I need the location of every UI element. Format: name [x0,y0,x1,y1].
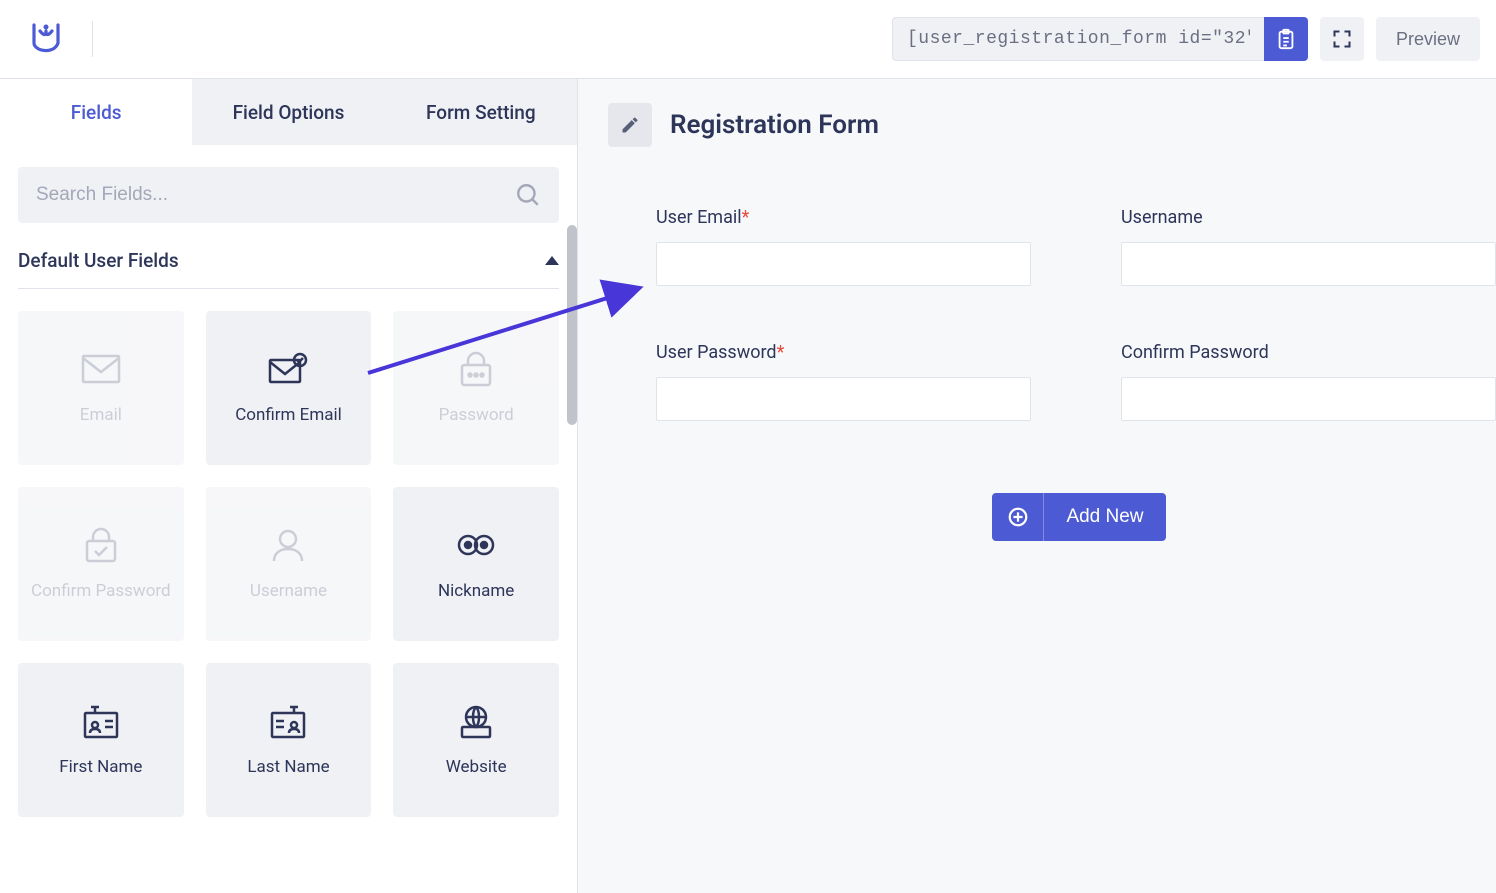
sidebar-tabs: Fields Field Options Form Setting [0,79,577,145]
plus-circle-icon [1007,506,1029,528]
tab-fields[interactable]: Fields [0,79,192,145]
field-card-nickname[interactable]: Nickname [393,487,559,641]
plus-icon-wrap [992,493,1044,541]
password-icon [456,351,496,387]
field-grid: Email Confirm Email [18,311,559,817]
id-card-alt-icon [268,703,308,739]
field-card-confirm-password[interactable]: Confirm Password [18,487,184,641]
field-card-email[interactable]: Email [18,311,184,465]
form-row: User Password* Confirm Password [656,342,1496,421]
field-card-website[interactable]: Website [393,663,559,817]
field-label: Password [439,405,514,425]
sidebar-body: Default User Fields Email [0,145,577,839]
field-label: Username [250,581,327,601]
user-password-input[interactable] [656,377,1031,421]
brand-logo-icon [28,21,64,57]
edit-title-button[interactable] [608,103,652,147]
id-card-icon [81,703,121,739]
shortcode-group [892,17,1308,61]
field-card-username[interactable]: Username [206,487,372,641]
field-label: Confirm Email [235,405,342,425]
add-new-button[interactable]: Add New [992,493,1165,541]
form-col: Confirm Password [1121,342,1496,421]
field-card-password[interactable]: Password [393,311,559,465]
form-col: User Email* [656,207,1031,286]
field-card-first-name[interactable]: First Name [18,663,184,817]
field-label: Nickname [438,581,514,601]
form-col: User Password* [656,342,1031,421]
pencil-icon [620,115,640,135]
confirm-password-icon [81,527,121,563]
main-layout: Fields Field Options Form Setting Defaul… [0,79,1496,893]
field-label: Confirm Password [31,581,171,601]
header-right: Preview [892,17,1480,61]
copy-shortcode-button[interactable] [1264,17,1308,61]
field-label: First Name [59,757,142,777]
field-label: Last Name [247,757,329,777]
header-divider [92,21,93,57]
section-header[interactable]: Default User Fields [18,249,559,289]
chevron-up-icon [545,256,559,265]
search-icon [515,182,541,208]
form-title-row: Registration Form [608,103,1496,147]
form-row: User Email* Username [656,207,1496,286]
user-icon [268,527,308,563]
shortcode-input[interactable] [892,17,1264,61]
form-fields-area: User Email* Username User Password* Conf… [608,207,1496,541]
header-left [28,21,93,57]
username-input[interactable] [1121,242,1496,286]
tab-form-setting[interactable]: Form Setting [385,79,577,145]
field-label-username: Username [1121,207,1496,228]
confirm-password-input[interactable] [1121,377,1496,421]
field-label: Website [446,757,507,777]
field-card-last-name[interactable]: Last Name [206,663,372,817]
scrollbar-thumb[interactable] [567,225,577,425]
sidebar: Fields Field Options Form Setting Defaul… [0,79,578,893]
field-label: Email [80,405,122,425]
email-icon [81,351,121,387]
search-box [18,167,559,223]
website-icon [456,703,496,739]
field-label-user-password: User Password* [656,342,1031,363]
header-bar: Preview [0,0,1496,79]
add-new-label: Add New [1044,506,1165,528]
confirm-email-icon [268,351,308,387]
search-fields-input[interactable] [36,184,515,206]
field-label-confirm-password: Confirm Password [1121,342,1496,363]
fullscreen-icon [1332,29,1352,49]
form-title: Registration Form [670,110,879,140]
section-title: Default User Fields [18,249,179,272]
fullscreen-button[interactable] [1320,17,1364,61]
form-canvas: Registration Form User Email* Username U… [578,79,1496,893]
preview-button[interactable]: Preview [1376,17,1480,61]
tab-field-options[interactable]: Field Options [192,79,384,145]
field-card-confirm-email[interactable]: Confirm Email [206,311,372,465]
field-label-user-email: User Email* [656,207,1031,228]
user-email-input[interactable] [656,242,1031,286]
clipboard-icon [1275,28,1297,50]
nickname-icon [456,527,496,563]
form-col: Username [1121,207,1496,286]
